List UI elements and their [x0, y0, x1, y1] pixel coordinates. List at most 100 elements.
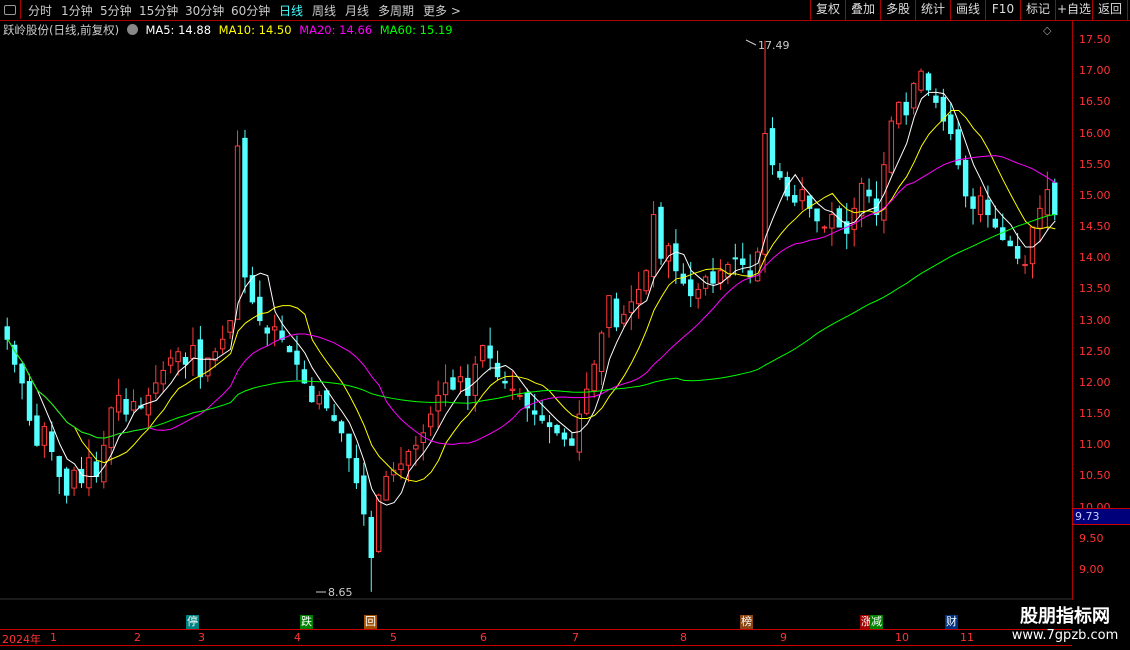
candle	[584, 388, 590, 414]
candle	[643, 270, 649, 292]
x-tick-label: 1	[50, 631, 57, 644]
candle	[658, 206, 664, 259]
candle	[71, 469, 77, 489]
candle	[673, 243, 679, 272]
y-tick-label: 14.00	[1079, 251, 1111, 265]
candle	[435, 394, 441, 412]
watermark-title: 股朋指标网	[1020, 606, 1110, 627]
candle	[145, 394, 152, 416]
kline-chart[interactable]: 17.49 8.65	[0, 0, 1072, 610]
y-tick-label: 17.00	[1079, 64, 1111, 78]
candle	[361, 475, 367, 515]
x-tick-label: 5	[390, 631, 397, 644]
candle	[992, 218, 999, 228]
candle	[41, 426, 48, 446]
candle	[888, 120, 895, 173]
candle	[769, 128, 776, 166]
watermark: 股朋指标网 www.7gpzb.com	[1000, 602, 1130, 643]
candle	[101, 444, 107, 483]
event-marker[interactable]: 财	[945, 615, 958, 629]
candle	[606, 295, 612, 329]
candle	[970, 196, 976, 209]
candle	[160, 369, 166, 385]
event-marker[interactable]: 回	[364, 615, 377, 629]
candle	[346, 433, 352, 459]
candle	[487, 345, 493, 359]
x-tick-label: 9	[780, 631, 787, 644]
candle	[695, 288, 701, 299]
y-tick-label: 17.50	[1079, 33, 1111, 46]
candle	[628, 301, 635, 313]
candle	[829, 214, 835, 229]
candle	[539, 415, 545, 421]
candle	[1022, 263, 1028, 267]
max-pointer	[745, 39, 757, 46]
event-marker[interactable]: 停	[186, 615, 199, 629]
candle	[167, 357, 174, 366]
candle	[26, 381, 33, 421]
y-tick-label: 16.00	[1079, 126, 1111, 140]
candle	[398, 463, 404, 471]
x-tick-label: 11	[960, 631, 974, 644]
x-tick-label: 6	[480, 631, 487, 644]
candle	[933, 95, 939, 103]
candle	[1029, 226, 1036, 265]
min-price-label: 8.65	[328, 586, 353, 599]
candle	[375, 494, 382, 553]
candle	[613, 298, 620, 328]
event-marker[interactable]: 榜	[740, 615, 753, 629]
candle	[115, 394, 122, 413]
candle	[309, 385, 315, 403]
candle	[323, 390, 330, 409]
candle	[546, 422, 553, 428]
candle	[814, 208, 820, 222]
candle	[353, 458, 360, 484]
candle	[286, 345, 293, 353]
candle	[688, 279, 694, 297]
candle	[219, 338, 226, 350]
candle	[962, 159, 969, 197]
x-tick-label: 8	[680, 631, 687, 644]
x-tick-label: 4	[294, 631, 301, 644]
x-tick-label: 7	[572, 631, 579, 644]
candle	[49, 431, 55, 453]
candle	[1007, 240, 1013, 247]
candle	[896, 101, 902, 125]
candle	[1044, 189, 1051, 216]
candle	[442, 382, 449, 396]
candle	[153, 382, 159, 394]
event-marker[interactable]: 跌	[300, 615, 313, 629]
candle	[754, 251, 761, 282]
candle	[799, 189, 805, 202]
candle	[621, 313, 627, 324]
candle	[1052, 182, 1058, 216]
candle	[450, 377, 456, 390]
y-tick-label: 10.50	[1079, 469, 1111, 483]
candle	[903, 101, 909, 116]
date-axis: 2024年 1 2 3 4 5 6 7 8 9 10 11	[0, 629, 1072, 646]
candle	[457, 376, 464, 383]
candle	[264, 327, 270, 334]
candle	[479, 345, 486, 362]
y-tick-label: 11.00	[1079, 438, 1111, 452]
event-marker[interactable]: 减	[870, 615, 883, 629]
y-tick-label: 11.50	[1079, 407, 1111, 421]
y-tick-label: 15.00	[1079, 188, 1111, 202]
x-tick-label: 2	[134, 631, 141, 644]
candle	[494, 362, 501, 378]
candle	[56, 456, 62, 477]
y-tick-label: 15.50	[1079, 157, 1111, 171]
candle	[257, 296, 263, 322]
candle	[316, 394, 322, 405]
candle	[866, 189, 872, 197]
candle	[881, 164, 887, 221]
y-tick-label: 16.50	[1079, 95, 1111, 109]
candle	[777, 171, 783, 178]
back-button[interactable]: 返回	[1092, 0, 1128, 20]
x-tick-label: 3	[198, 631, 205, 644]
x-tick-label: 10	[895, 631, 909, 644]
candle	[1014, 246, 1021, 259]
candle	[34, 415, 40, 446]
candle	[108, 407, 114, 449]
candle	[190, 345, 196, 360]
